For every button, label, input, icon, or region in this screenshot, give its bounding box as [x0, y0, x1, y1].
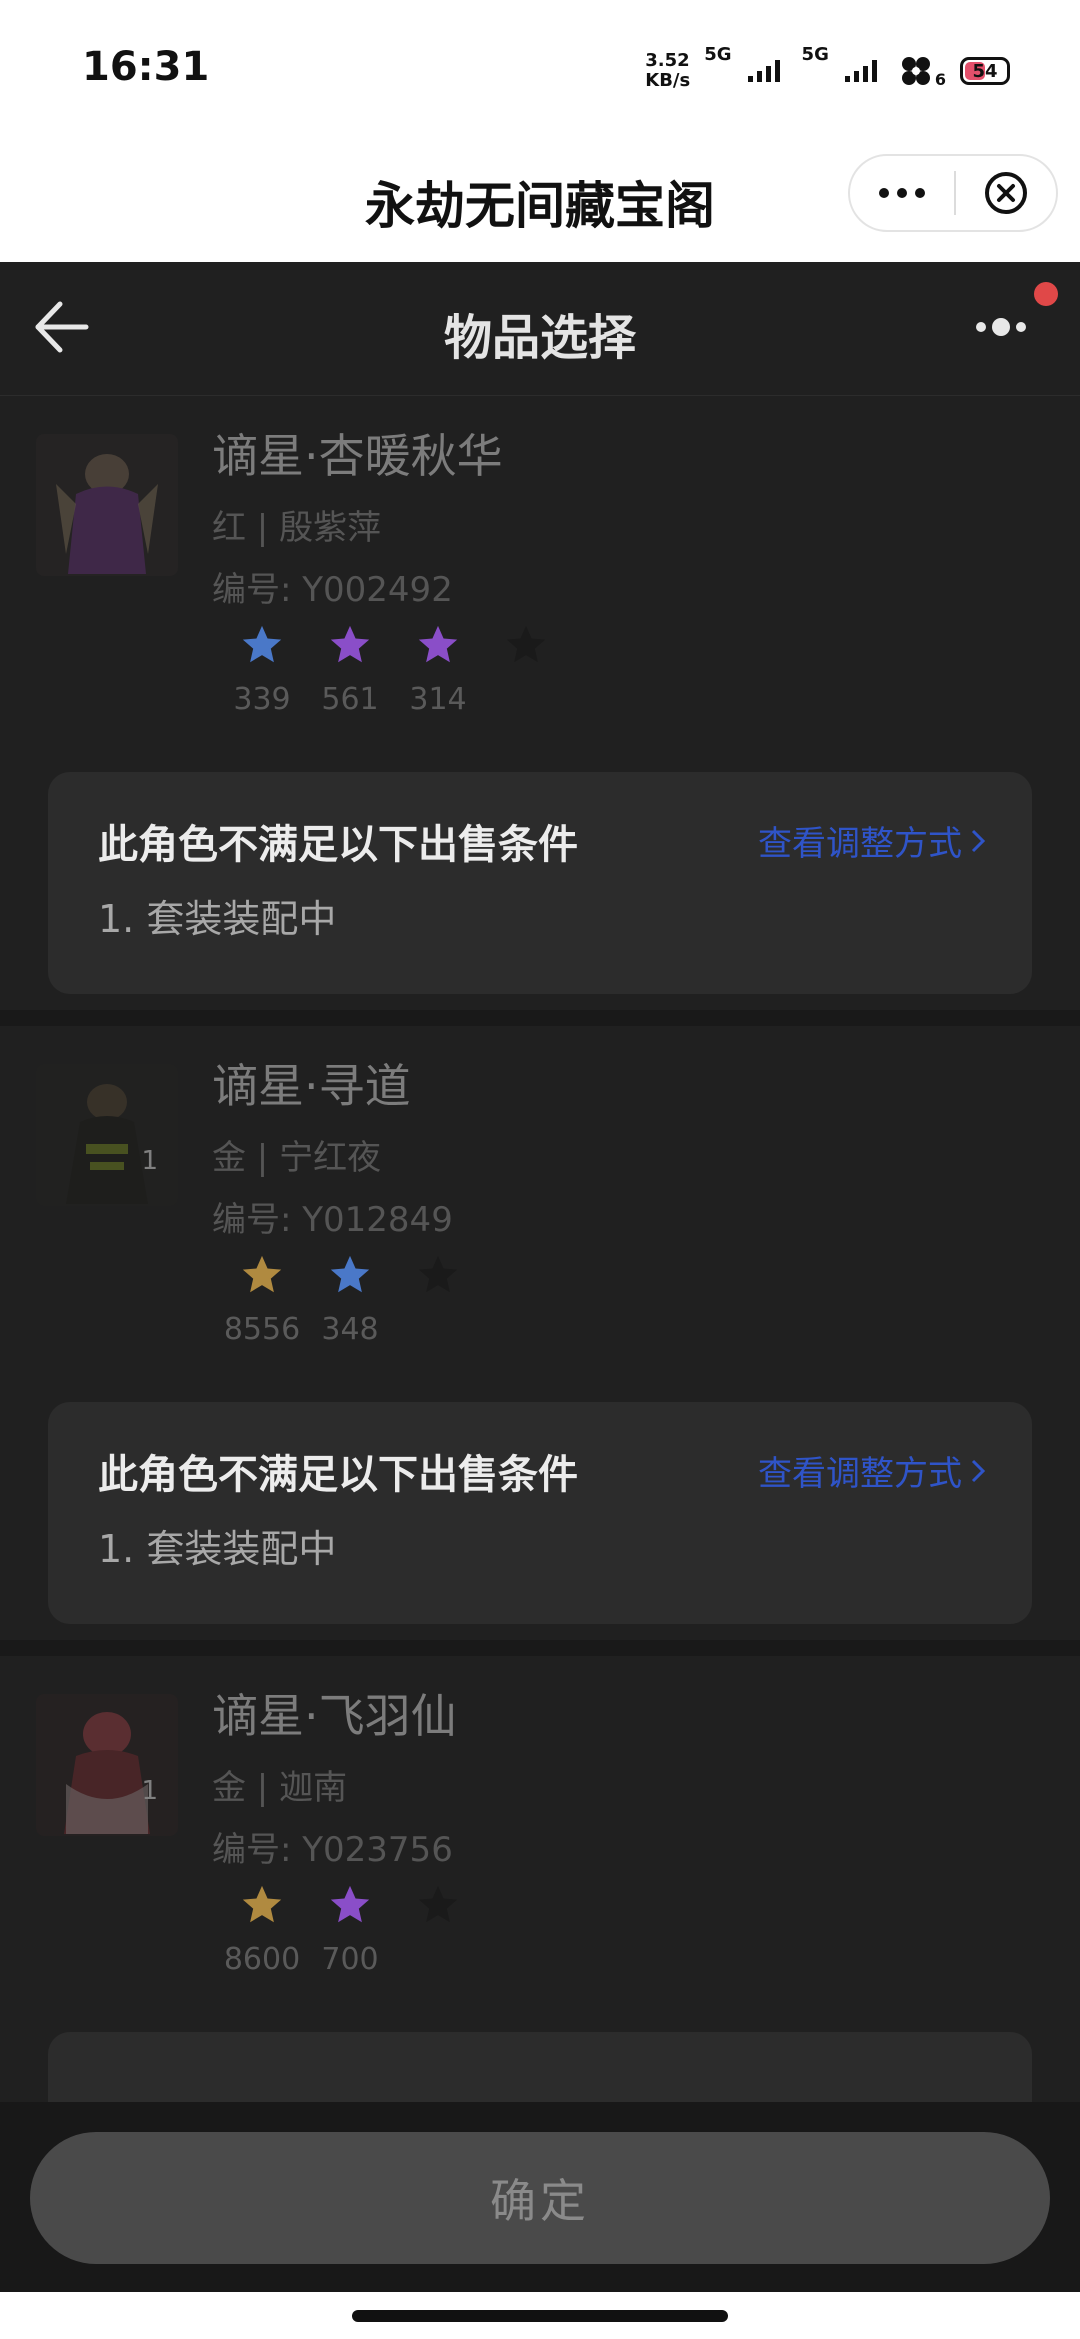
star-1: 561: [306, 622, 394, 717]
condition-reason: 1. 套装装配中: [98, 897, 337, 941]
star-0: 8600: [218, 1882, 306, 1977]
character-avatar: [36, 434, 178, 576]
star-value: 561: [321, 682, 379, 717]
avatar-count: 1: [141, 1776, 158, 1806]
signal-icon: [844, 60, 877, 82]
item-name: 谪星·飞羽仙: [212, 1689, 457, 1743]
view-adjustment-link[interactable]: 查看调整方式: [758, 816, 986, 865]
network-speed: 3.52 KB/s: [645, 51, 690, 91]
condition-title: 此角色不满足以下出售条件: [98, 1452, 578, 1498]
item-meta: 金 | 宁红夜: [212, 1138, 382, 1178]
star-icon: [330, 1255, 370, 1293]
nav-bar: 物品选择: [0, 262, 1080, 396]
condition-card: 此角色不满足以下出售条件 查看调整方式 1. 套装装配中: [48, 1402, 1032, 1624]
status-indicators: 3.52 KB/s 5G 5G 6 54: [645, 44, 1010, 96]
status-bar: 16:31 3.52 KB/s 5G 5G 6 54: [0, 0, 1080, 140]
character-avatar: 1: [36, 1694, 178, 1836]
list-item[interactable]: 1 谪星·寻道 金 | 宁红夜 编号: Y012849 8556 348 此角色…: [0, 1026, 1080, 1656]
network-speed-value: 3.52: [645, 50, 690, 71]
star-value: 339: [233, 682, 291, 717]
star-icon: [242, 1255, 282, 1293]
home-indicator[interactable]: [352, 2310, 728, 2322]
network-type-2: 5G: [801, 44, 829, 65]
condition-card: 此角色不满足以下出售条件 查看调整方式 1. 套装装配中: [48, 772, 1032, 994]
confirm-button[interactable]: 确定: [30, 2132, 1050, 2264]
close-circle-icon[interactable]: [956, 156, 1056, 230]
view-adjustment-label: 查看调整方式: [758, 824, 962, 864]
item-list: 谪星·杏暖秋华 红 | 殷紫萍 编号: Y002492 339 561 314: [0, 396, 1080, 2286]
star-icon: [418, 1255, 458, 1293]
item-meta: 金 | 迦南: [212, 1768, 348, 1808]
fan-count: 6: [934, 69, 946, 89]
view-adjustment-link[interactable]: 查看调整方式: [758, 1446, 986, 1495]
fan-icon: [901, 57, 930, 85]
star-0: 339: [218, 622, 306, 717]
network-type-1: 5G: [704, 44, 732, 65]
star-value: 348: [321, 1312, 379, 1347]
status-time: 16:31: [82, 44, 210, 90]
star-2: 314: [394, 622, 482, 717]
star-2: [394, 1882, 482, 1977]
battery-level: 54: [972, 60, 998, 82]
item-name: 谪星·杏暖秋华: [212, 429, 503, 483]
star-row: 8556 348: [218, 1252, 482, 1347]
star-icon: [330, 625, 370, 663]
star-icon: [506, 625, 546, 663]
item-serial: 编号: Y002492: [212, 570, 453, 610]
battery-icon: 54: [960, 57, 1010, 85]
item-name: 谪星·寻道: [212, 1059, 411, 1113]
capsule-menu: [848, 154, 1058, 232]
app-content: 物品选择 谪星·杏暖秋华 红 | 殷紫萍 编号: Y002492 339 561…: [0, 262, 1080, 2292]
star-icon: [418, 625, 458, 663]
star-row: 339 561 314: [218, 622, 570, 717]
avatar-count: 1: [141, 1146, 158, 1176]
item-serial: 编号: Y023756: [212, 1830, 453, 1870]
item-serial: 编号: Y012849: [212, 1200, 453, 1240]
star-value: 8556: [223, 1312, 301, 1347]
home-indicator-area: [0, 2292, 1080, 2339]
star-icon: [330, 1885, 370, 1923]
character-avatar: 1: [36, 1064, 178, 1206]
signal-icon: [747, 60, 780, 82]
item-meta: 红 | 殷紫萍: [212, 508, 382, 548]
mini-program-header: 永劫无间藏宝阁: [0, 140, 1080, 262]
condition-reason: 1. 套装装配中: [98, 1527, 337, 1571]
bottom-bar: 确定: [0, 2102, 1080, 2292]
star-row: 8600 700: [218, 1882, 482, 1977]
menu-dots-icon[interactable]: [976, 312, 1040, 342]
notification-dot: [1034, 282, 1058, 306]
view-adjustment-label: 查看调整方式: [758, 1454, 962, 1494]
star-icon: [242, 625, 282, 663]
star-value: 314: [409, 682, 467, 717]
star-2: [394, 1252, 482, 1347]
star-0: 8556: [218, 1252, 306, 1347]
star-1: 348: [306, 1252, 394, 1347]
star-icon: [242, 1885, 282, 1923]
chevron-right-icon: [971, 1459, 986, 1482]
chevron-right-icon: [971, 829, 986, 852]
page-title: 物品选择: [443, 310, 636, 366]
list-item[interactable]: 谪星·杏暖秋华 红 | 殷紫萍 编号: Y002492 339 561 314: [0, 396, 1080, 1026]
star-value: 8600: [223, 1942, 301, 1977]
star-3: [482, 622, 570, 717]
more-dots-icon[interactable]: [850, 156, 954, 230]
condition-title: 此角色不满足以下出售条件: [98, 822, 578, 868]
star-value: 700: [321, 1942, 379, 1977]
star-icon: [418, 1885, 458, 1923]
star-1: 700: [306, 1882, 394, 1977]
network-speed-unit: KB/s: [645, 70, 691, 91]
